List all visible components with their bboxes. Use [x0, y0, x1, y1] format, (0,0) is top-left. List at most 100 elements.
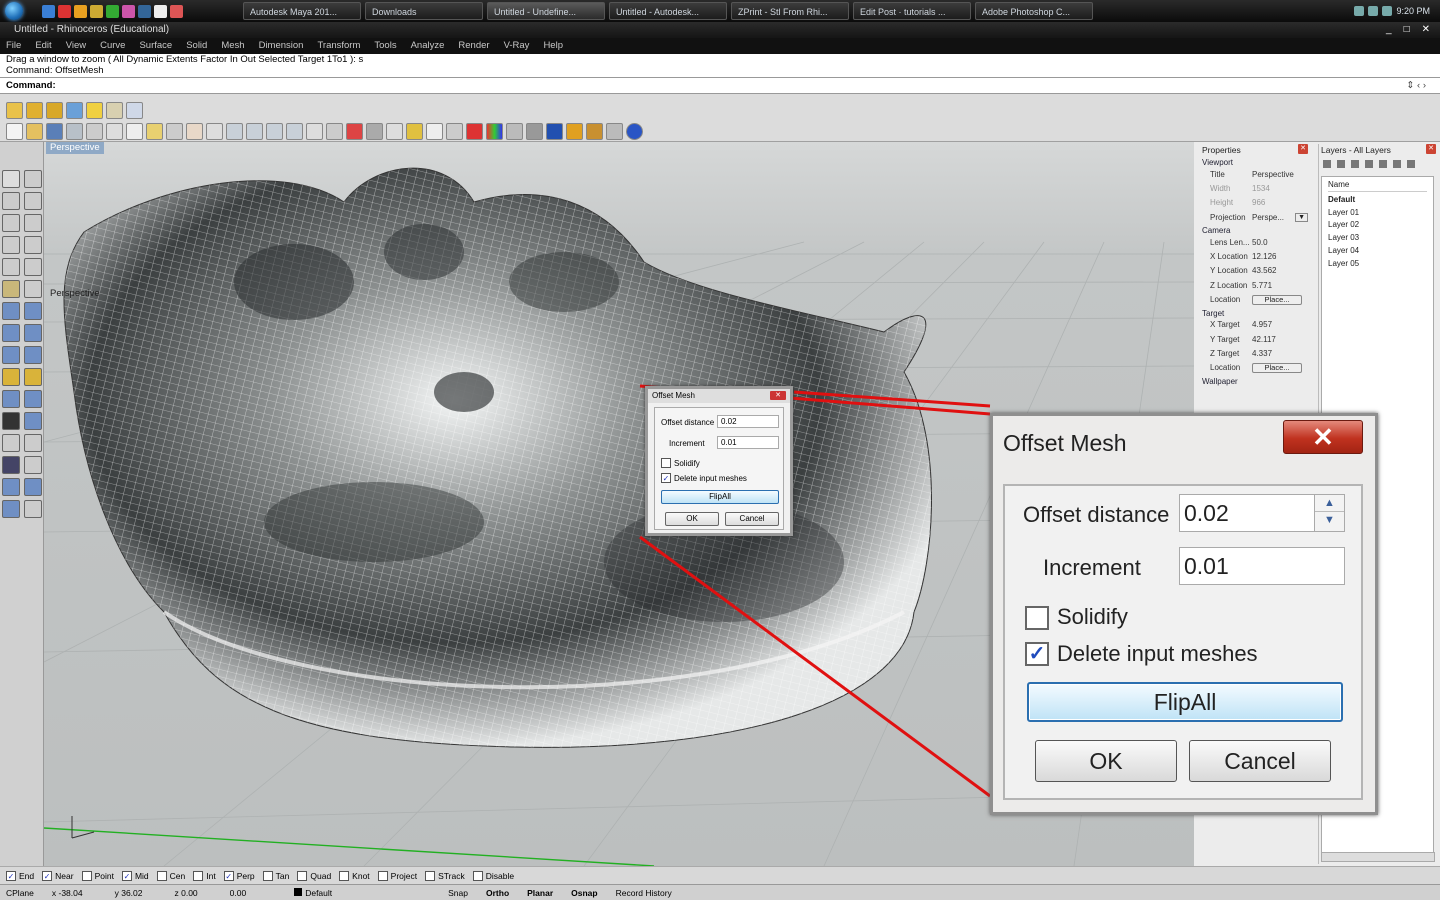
color-icon[interactable] [466, 123, 483, 140]
menu-help[interactable]: Help [543, 38, 563, 54]
layer-item[interactable]: Layer 05 [1328, 258, 1427, 271]
snap-near[interactable]: ✓ Near [42, 870, 74, 881]
record-history-toggle[interactable]: Record History [616, 888, 672, 898]
taskbar-item-autodesk[interactable]: Untitled - Autodesk... [609, 2, 727, 20]
menu-vray[interactable]: V-Ray [504, 38, 530, 54]
taskbar-item-rhino[interactable]: Untitled - Undefine... [487, 2, 605, 20]
line-icon[interactable] [2, 192, 20, 210]
explode-icon[interactable] [2, 412, 20, 430]
print-icon[interactable] [66, 123, 83, 140]
light-bulb-icon[interactable] [426, 123, 443, 140]
snap-tan[interactable]: Tan [262, 870, 289, 881]
color-wheel-icon[interactable] [486, 123, 503, 140]
cplane-icon[interactable] [386, 123, 403, 140]
taskbar-item-edit-post[interactable]: Edit Post · tutorials ... [853, 2, 971, 20]
property-value[interactable]: 50.0 [1252, 238, 1308, 247]
zoomed-solidify-checkbox[interactable] [1025, 606, 1049, 630]
move-down-icon[interactable] [1379, 160, 1387, 168]
status-layer[interactable]: Default [294, 887, 350, 898]
render-sphere-icon[interactable] [546, 123, 563, 140]
snap-disable[interactable]: Disable [472, 870, 514, 881]
polygon-icon[interactable] [2, 258, 20, 276]
move-icon[interactable] [206, 123, 223, 140]
snap-end[interactable]: ✓ End [6, 870, 34, 881]
checkbox-icon[interactable]: ✓ [121, 870, 132, 881]
close-properties-icon[interactable]: ✕ [1298, 144, 1308, 154]
menu-transform[interactable]: Transform [317, 38, 360, 54]
copy-tool-icon[interactable] [24, 456, 42, 474]
new-layer-icon[interactable] [1323, 160, 1331, 168]
paste-icon[interactable] [146, 123, 163, 140]
layer-column-header[interactable]: Name [1328, 179, 1427, 192]
zoomed-flip-all-button[interactable]: FlipAll [1027, 682, 1343, 722]
rotate-tool-icon[interactable] [2, 478, 20, 496]
zoomed-delete-input-checkbox[interactable]: ✓ [1025, 642, 1049, 666]
quicklaunch-app-icon[interactable] [106, 4, 119, 18]
quicklaunch-app-icon[interactable] [154, 4, 167, 18]
command-scroll-arrows-icon[interactable]: ⇕ ‹ › [1406, 78, 1426, 94]
delete-input-checkbox[interactable]: ✓ [661, 473, 671, 483]
place-camera-button[interactable]: Place... [1252, 294, 1302, 305]
network-icon[interactable] [1354, 6, 1365, 16]
cancel-button[interactable]: Cancel [725, 512, 779, 526]
zoomed-increment-input[interactable]: 0.01 [1179, 547, 1345, 585]
quicklaunch-app-icon[interactable] [74, 4, 87, 18]
checkbox-icon[interactable] [262, 870, 273, 881]
help-icon[interactable] [626, 123, 643, 140]
rotate-view-icon[interactable] [306, 123, 323, 140]
taskbar-item-photoshop[interactable]: Adobe Photoshop C... [975, 2, 1093, 20]
layer-item[interactable]: Layer 01 [1328, 207, 1427, 220]
chevron-down-icon[interactable]: ▼ [1295, 212, 1308, 222]
checkbox-icon[interactable] [339, 870, 350, 881]
array-icon[interactable] [2, 500, 20, 518]
checkbox-icon[interactable] [156, 870, 167, 881]
snap-knot[interactable]: Knot [339, 870, 370, 881]
toolbar-tool-icon[interactable] [86, 102, 103, 119]
lock-icon[interactable] [446, 123, 463, 140]
snap-strack[interactable]: STrack [425, 870, 465, 881]
quicklaunch-app-icon[interactable] [58, 4, 71, 18]
offset-distance-input[interactable]: 0.02 [717, 415, 779, 428]
render-icon[interactable] [566, 123, 583, 140]
loft-icon[interactable] [24, 302, 42, 320]
checkbox-icon[interactable]: ✓ [223, 870, 234, 881]
dialog-close-button[interactable]: ✕ [770, 391, 786, 400]
menu-dimension[interactable]: Dimension [259, 38, 304, 54]
sphere-icon[interactable] [24, 324, 42, 342]
menu-edit[interactable]: Edit [35, 38, 51, 54]
curve-icon[interactable] [24, 258, 42, 276]
toolbar-tool-icon[interactable] [6, 102, 23, 119]
layer-item[interactable]: Layer 03 [1328, 232, 1427, 245]
command-line[interactable]: Command: ⇕ ‹ › [0, 78, 1440, 94]
move-tool-icon[interactable] [2, 456, 20, 474]
checkbox-icon[interactable] [193, 870, 204, 881]
shaded-sphere-icon[interactable] [526, 123, 543, 140]
zoom-window-icon[interactable] [246, 123, 263, 140]
property-value[interactable]: Perspective [1252, 170, 1308, 179]
osnap-toggle[interactable]: Osnap [571, 888, 597, 898]
volume-icon[interactable] [1368, 6, 1379, 16]
start-button[interactable] [0, 0, 28, 22]
zoomed-cancel-button[interactable]: Cancel [1189, 740, 1331, 782]
move-up-icon[interactable] [1365, 160, 1373, 168]
toolbar-tool-icon[interactable] [106, 102, 123, 119]
taskbar-item-zprint[interactable]: ZPrint - Stl From Rhi... [731, 2, 849, 20]
close-window-button[interactable]: ✕ [1422, 22, 1430, 38]
menu-solid[interactable]: Solid [186, 38, 207, 54]
checkbox-icon[interactable] [81, 870, 92, 881]
zoom-selected-icon[interactable] [286, 123, 303, 140]
dimension-icon[interactable] [24, 390, 42, 408]
menu-curve[interactable]: Curve [100, 38, 125, 54]
property-value[interactable]: 43.562 [1252, 266, 1308, 275]
menu-file[interactable]: File [6, 38, 21, 54]
solidify-checkbox[interactable] [661, 458, 671, 468]
snap-toggle[interactable]: Snap [448, 888, 468, 898]
layer-item[interactable]: Layer 04 [1328, 245, 1427, 258]
join-icon[interactable] [24, 412, 42, 430]
fillet-edge-icon[interactable] [24, 368, 42, 386]
snap-perp[interactable]: ✓ Perp [223, 870, 255, 881]
undo-icon[interactable] [166, 123, 183, 140]
ok-button[interactable]: OK [665, 512, 719, 526]
ortho-toggle[interactable]: Ortho [486, 888, 509, 898]
rectangle-icon[interactable] [24, 236, 42, 254]
